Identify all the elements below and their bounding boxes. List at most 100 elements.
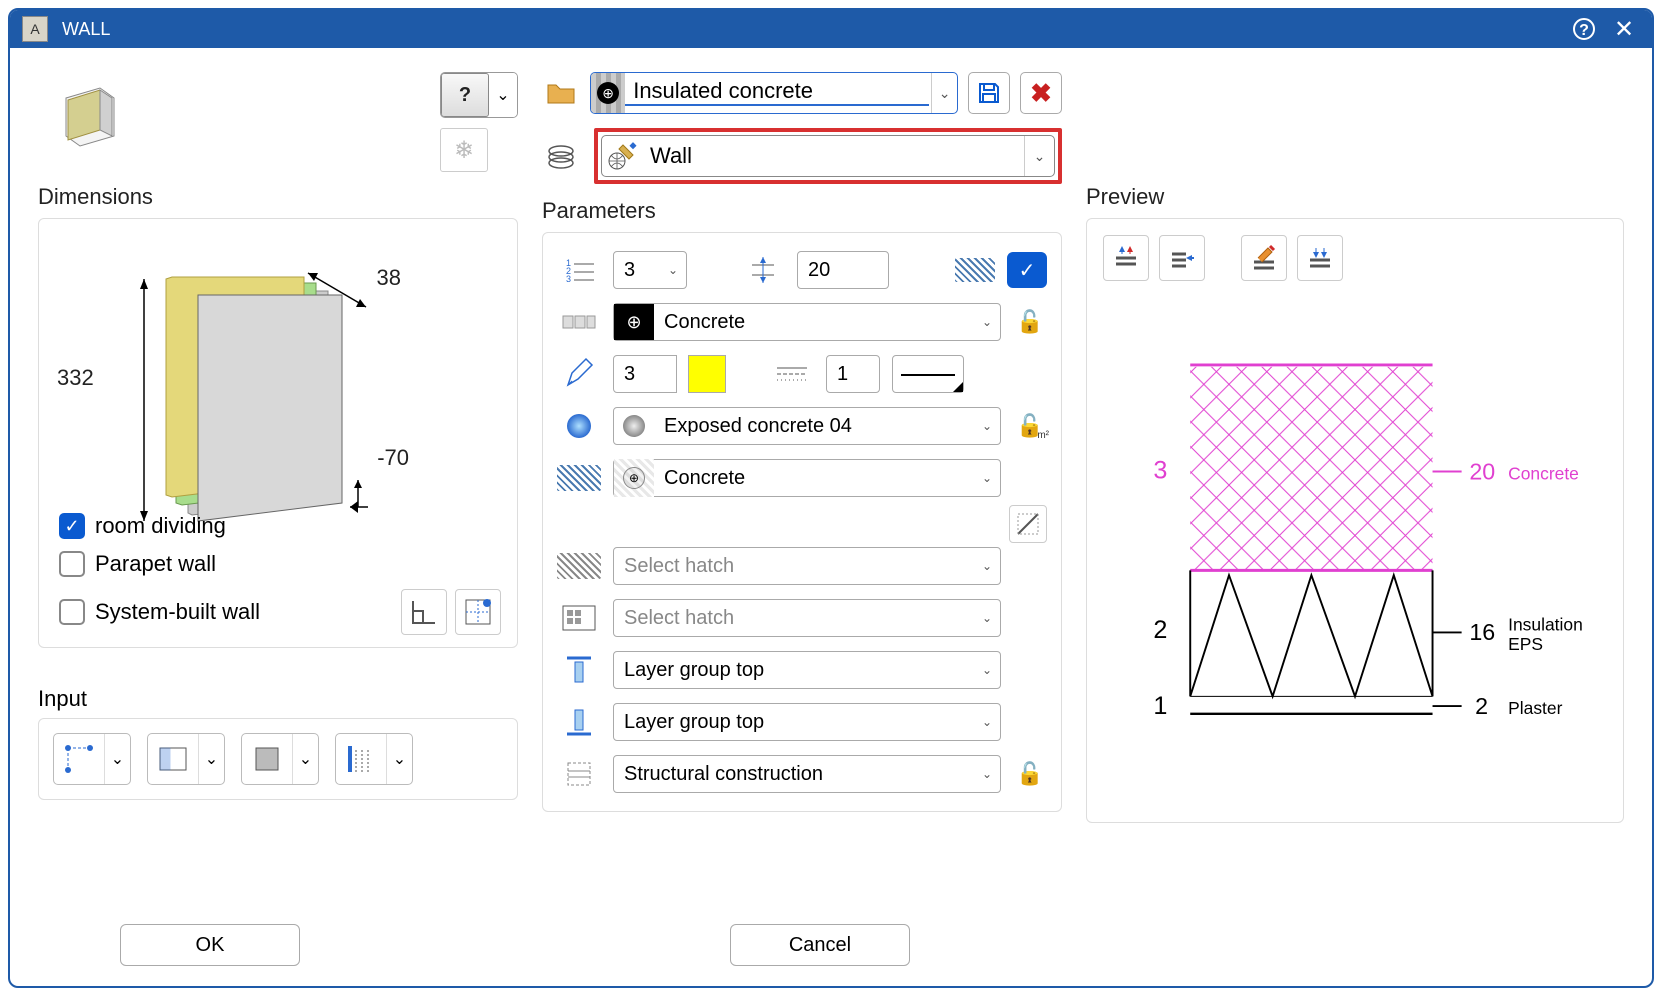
layer-index-icon: 123 xyxy=(557,252,601,288)
material-row-icon xyxy=(557,304,601,340)
globe-icon: ⊕ xyxy=(591,73,625,113)
svg-text:EPS: EPS xyxy=(1508,634,1543,654)
fill-combo[interactable]: ⌄ xyxy=(241,733,319,785)
wall-dialog: A WALL ? ✕ ? ⌄ xyxy=(8,8,1654,988)
profile-icon xyxy=(148,734,198,784)
save-button[interactable] xyxy=(968,72,1010,114)
fill-icon xyxy=(242,734,292,784)
unlock-icon[interactable]: 🔓 xyxy=(1013,761,1047,787)
system-built-checkbox[interactable]: System-built wall xyxy=(59,589,501,635)
hatch3-combo[interactable]: Select hatch⌄ xyxy=(613,599,1001,637)
unlock-icon[interactable]: 🔓 xyxy=(1013,309,1047,335)
preview-label-3-n: 3 xyxy=(1153,456,1167,484)
hatch-blue-icon xyxy=(557,465,601,491)
open-folder-icon[interactable] xyxy=(542,78,580,108)
hatched-preview-icon xyxy=(955,258,995,282)
svg-text:Plaster: Plaster xyxy=(1508,698,1562,718)
svg-text:3: 3 xyxy=(566,274,571,284)
width-value[interactable]: 38 xyxy=(377,265,401,291)
help-button[interactable]: ? xyxy=(1568,13,1600,45)
room-dividing-checkbox[interactable]: ✓ room dividing xyxy=(59,513,501,539)
top-group-combo[interactable]: Layer group top⌄ xyxy=(613,651,1001,689)
chevron-down-icon: ⌄ xyxy=(386,734,412,784)
surface-combo[interactable]: Exposed concrete 04⌄ xyxy=(613,407,1001,445)
unlock-m2-icon[interactable]: 🔓m² xyxy=(1013,413,1047,439)
cancel-button[interactable]: Cancel xyxy=(730,924,910,966)
pen-icon xyxy=(557,356,601,392)
layers-icon[interactable] xyxy=(542,141,580,171)
trade-combo[interactable]: Structural construction⌄ xyxy=(613,755,1001,793)
sphere-grey-icon xyxy=(614,408,654,444)
input-heading: Input xyxy=(38,686,518,712)
chevron-down-icon: ⌄ xyxy=(104,734,130,784)
name-combo[interactable]: ⊕ ⌄ xyxy=(590,72,958,114)
svg-text:20: 20 xyxy=(1469,458,1495,484)
svg-text:2: 2 xyxy=(1475,693,1488,719)
pen-color-swatch[interactable] xyxy=(688,355,726,393)
height-value[interactable]: 332 xyxy=(57,365,94,391)
assist-combo[interactable]: ? ⌄ xyxy=(440,72,518,118)
freeze-button[interactable]: ❄ xyxy=(440,128,488,172)
top-align-icon xyxy=(557,652,601,688)
snowflake-icon: ❄ xyxy=(454,136,474,165)
globe-black-icon: ⊕ xyxy=(614,304,654,340)
end-style-combo[interactable]: ⌄ xyxy=(335,733,413,785)
layer-combo-text: Wall xyxy=(642,136,1024,176)
line-input[interactable] xyxy=(826,355,880,393)
brush-globe-icon xyxy=(602,136,642,176)
hatch2-combo[interactable]: Select hatch⌄ xyxy=(613,547,1001,585)
profile-combo[interactable]: ⌄ xyxy=(147,733,225,785)
close-button[interactable]: ✕ xyxy=(1608,13,1640,45)
checkbox-icon xyxy=(59,551,85,577)
end-style-icon xyxy=(336,734,386,784)
bottom-group-combo[interactable]: Layer group top⌄ xyxy=(613,703,1001,741)
window-title: WALL xyxy=(62,19,1568,40)
chevron-down-icon[interactable]: ⌄ xyxy=(931,73,957,113)
preview-label-1-n: 1 xyxy=(1153,692,1167,720)
hatch1-combo[interactable]: ⊕ Concrete⌄ xyxy=(613,459,1001,497)
svg-text:16: 16 xyxy=(1469,619,1495,645)
wall-3d-diagram xyxy=(55,235,501,535)
preview-label-2-n: 2 xyxy=(1153,616,1167,644)
preview-tool-2[interactable] xyxy=(1159,235,1205,281)
layer-combo[interactable]: Wall ⌄ xyxy=(601,135,1055,177)
chevron-down-icon[interactable]: ⌄ xyxy=(1024,136,1054,176)
checkbox-checked-icon: ✓ xyxy=(59,513,85,539)
hatch-options-button[interactable] xyxy=(1009,505,1047,543)
parameters-heading: Parameters xyxy=(542,198,1062,224)
preview-tool-1[interactable] xyxy=(1103,235,1149,281)
svg-text:?: ? xyxy=(1579,22,1589,39)
polyline-icon xyxy=(54,734,104,784)
hatch3-icon xyxy=(557,600,601,636)
parapet-wall-checkbox[interactable]: Parapet wall xyxy=(59,551,501,577)
hatch-grey-icon xyxy=(557,553,601,579)
linetype-icon xyxy=(770,356,814,392)
parameters-panel: 123 3⌄ ✓ ⊕ Concrete⌄ 🔓 xyxy=(542,232,1062,812)
delete-button[interactable]: ✖ xyxy=(1020,72,1062,114)
chevron-down-icon: ⌄ xyxy=(292,734,318,784)
ok-button[interactable]: OK xyxy=(120,924,300,966)
material-combo[interactable]: ⊕ Concrete⌄ xyxy=(613,303,1001,341)
preview-tool-4[interactable] xyxy=(1297,235,1343,281)
layer-index-combo[interactable]: 3⌄ xyxy=(613,251,687,289)
chevron-down-icon: ⌄ xyxy=(489,73,517,117)
preview-tool-3[interactable] xyxy=(1241,235,1287,281)
alignment-button[interactable] xyxy=(455,589,501,635)
wall-type-icon xyxy=(56,80,124,148)
pen-input[interactable] xyxy=(613,355,677,393)
svg-text:Concrete: Concrete xyxy=(1508,463,1579,483)
chevron-down-icon: ⌄ xyxy=(198,734,224,784)
visibility-toggle[interactable]: ✓ xyxy=(1007,252,1047,288)
bottom-align-icon xyxy=(557,704,601,740)
name-input[interactable] xyxy=(625,78,929,106)
preview-panel: 3 2 1 20 Concrete 16 Insulation EPS 2 Pl… xyxy=(1086,218,1624,823)
dimensions-heading: Dimensions xyxy=(38,184,518,210)
preview-heading: Preview xyxy=(1086,184,1624,210)
corner-cleanup-button[interactable] xyxy=(401,589,447,635)
thickness-input[interactable] xyxy=(797,251,889,289)
linestyle-preview[interactable] xyxy=(892,355,964,393)
input-type-combo[interactable]: ⌄ xyxy=(53,733,131,785)
app-icon: A xyxy=(22,16,48,42)
offset-value[interactable]: -70 xyxy=(377,445,409,471)
svg-text:Insulation: Insulation xyxy=(1508,614,1583,634)
